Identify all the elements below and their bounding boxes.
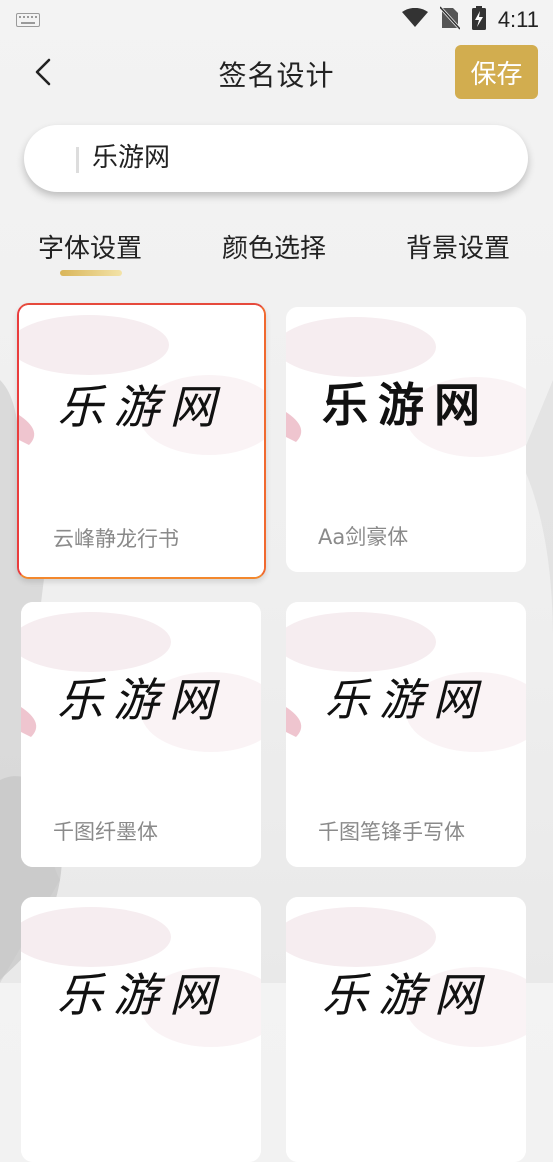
tab-background-settings[interactable]: 背景设置 [406, 228, 510, 265]
tab-font-settings[interactable]: 字体设置 [38, 228, 142, 265]
font-sample-text: 乐游网 [322, 968, 490, 1022]
font-card[interactable]: 乐游网 Aa剑豪体 [286, 307, 526, 572]
font-sample-text: 乐游网 [57, 968, 225, 1022]
card-background-art [21, 897, 261, 1162]
active-tab-indicator [60, 270, 122, 276]
font-name-label: 云峰静龙行书 [53, 527, 179, 551]
status-bar: 4:11 [0, 0, 553, 38]
clock-time: 4:11 [497, 7, 539, 32]
font-sample-text: 乐游网 [325, 675, 487, 726]
font-card[interactable]: 乐游网 [286, 897, 526, 1162]
font-sample-text: 乐游网 [57, 673, 225, 727]
no-sim-icon [438, 5, 461, 34]
font-sample-text: 乐游网 [322, 378, 490, 432]
signature-text-input[interactable]: 乐游网 [24, 125, 528, 192]
font-card[interactable]: 乐游网 千图纤墨体 [21, 602, 261, 867]
app-header: 签名设计 保存 [0, 40, 553, 104]
font-card[interactable]: 乐游网 云峰静龙行书 [17, 303, 266, 579]
text-cursor [76, 147, 79, 173]
card-background-art [286, 897, 526, 1162]
signature-text-value: 乐游网 [92, 143, 171, 173]
font-name-label: 千图笔锋手写体 [318, 820, 465, 844]
font-card[interactable]: 乐游网 千图笔锋手写体 [286, 602, 526, 867]
font-sample-text: 乐游网 [57, 380, 226, 434]
font-name-label: Aa剑豪体 [318, 525, 409, 549]
wifi-icon [401, 7, 428, 32]
save-button[interactable]: 保存 [455, 45, 538, 99]
font-name-label: 千图纤墨体 [53, 820, 158, 844]
font-card[interactable]: 乐游网 [21, 897, 261, 1162]
battery-charging-icon [471, 6, 486, 34]
keyboard-icon [16, 12, 40, 31]
tab-color-selection[interactable]: 颜色选择 [222, 228, 326, 265]
